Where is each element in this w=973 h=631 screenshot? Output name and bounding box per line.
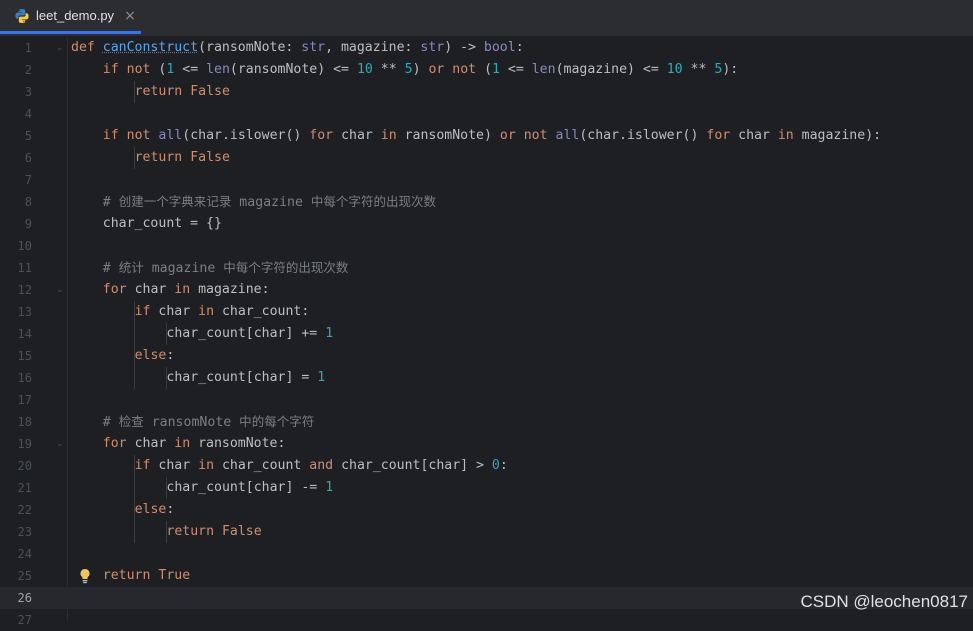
- line-number: 2: [24, 63, 32, 77]
- indent-guide: [165, 323, 167, 345]
- code-line[interactable]: 3 return False: [0, 81, 973, 103]
- code-text: else:: [134, 348, 175, 363]
- code-text: # 创建一个字典来记录 magazine 中每个字符的出现次数: [102, 194, 437, 210]
- line-number: 20: [17, 459, 32, 473]
- line-number: 18: [17, 415, 32, 429]
- code-text: for char in ransomNote:: [102, 436, 286, 451]
- code-line[interactable]: 6 return False: [0, 147, 973, 169]
- line-number: 1: [24, 41, 32, 55]
- code-line[interactable]: 23 return False: [0, 521, 973, 543]
- code-line[interactable]: 17: [0, 389, 973, 411]
- line-number: 13: [17, 305, 32, 319]
- indent-guide: [133, 455, 135, 543]
- code-text: char_count = {}: [102, 216, 222, 231]
- code-text: return False: [134, 84, 230, 99]
- python-file-icon: [15, 8, 29, 23]
- code-text: char_count[char] -= 1: [166, 480, 334, 495]
- code-text: for char in magazine:: [102, 282, 270, 297]
- line-number: 3: [24, 85, 32, 99]
- line-number: 24: [17, 547, 32, 561]
- line-number: 25: [17, 569, 32, 583]
- code-line[interactable]: 16 char_count[char] = 1: [0, 367, 973, 389]
- code-line[interactable]: 5 if not all(char.islower() for char in r…: [0, 125, 973, 147]
- code-text: # 统计 magazine 中每个字符的出现次数: [102, 260, 349, 276]
- indent-guide: [165, 477, 167, 499]
- code-text: return False: [166, 524, 262, 539]
- code-text: if char in char_count:: [134, 304, 310, 319]
- line-number: 11: [17, 261, 32, 275]
- line-number: 4: [24, 107, 32, 121]
- line-number: 10: [17, 239, 32, 253]
- line-number: 17: [17, 393, 32, 407]
- code-line[interactable]: 18 # 检查 ransomNote 中的每个字符: [0, 411, 973, 433]
- code-line[interactable]: 2 if not (1 <= len(ransomNote) <= 10 ** 5…: [0, 59, 973, 81]
- line-number: 15: [17, 349, 32, 363]
- code-line[interactable]: 8 # 创建一个字典来记录 magazine 中每个字符的出现次数: [0, 191, 973, 213]
- code-line[interactable]: 21 char_count[char] -= 1: [0, 477, 973, 499]
- code-line[interactable]: 10: [0, 235, 973, 257]
- line-number: 7: [24, 173, 32, 187]
- code-text: else:: [134, 502, 175, 517]
- watermark: CSDN @leochen0817: [800, 592, 968, 611]
- line-number: 27: [17, 613, 32, 627]
- editor-tab-bar: leet_demo.py ×: [0, 0, 973, 37]
- code-text: return True: [102, 568, 191, 583]
- indent-guide: [133, 301, 135, 389]
- line-number: 16: [17, 371, 32, 385]
- indent-guide: [165, 367, 167, 389]
- line-number: 8: [24, 195, 32, 209]
- line-number: 19: [17, 437, 32, 451]
- code-text: char_count[char] = 1: [166, 370, 326, 385]
- line-number: 6: [24, 151, 32, 165]
- code-line[interactable]: 12 ⌄ for char in magazine:: [0, 279, 973, 301]
- code-editor[interactable]: 1 ⌄ def canConstruct(ransomNote: str, maga…: [0, 37, 973, 627]
- fold-icon[interactable]: ⌄: [56, 440, 64, 449]
- code-line[interactable]: 14 char_count[char] += 1: [0, 323, 973, 345]
- code-line[interactable]: 24: [0, 543, 973, 565]
- indent-guide: [133, 147, 135, 169]
- close-icon[interactable]: ×: [124, 8, 136, 24]
- tab-leet-demo[interactable]: leet_demo.py ×: [0, 0, 141, 34]
- indent-guide: [165, 521, 167, 543]
- code-line[interactable]: 11 # 统计 magazine 中每个字符的出现次数: [0, 257, 973, 279]
- code-line[interactable]: 15 else:: [0, 345, 973, 367]
- code-line[interactable]: 4: [0, 103, 973, 125]
- line-number: 26: [17, 591, 32, 605]
- code-text: if char in char_count and char_count[cha…: [134, 458, 508, 473]
- code-line[interactable]: 19 ⌄ for char in ransomNote:: [0, 433, 973, 455]
- code-line[interactable]: 7: [0, 169, 973, 191]
- code-text: if not (1 <= len(ransomNote) <= 10 ** 5)…: [102, 62, 739, 77]
- code-text: return False: [134, 150, 230, 165]
- fold-icon[interactable]: ⌄: [56, 286, 64, 295]
- code-line[interactable]: 25 return True: [0, 565, 973, 587]
- line-number: 5: [24, 129, 32, 143]
- code-text: char_count[char] += 1: [166, 326, 334, 341]
- code-text: # 检查 ransomNote 中的每个字符: [102, 414, 315, 430]
- fold-icon[interactable]: ⌄: [56, 44, 64, 53]
- line-number: 23: [17, 525, 32, 539]
- code-line[interactable]: 1 ⌄ def canConstruct(ransomNote: str, maga…: [0, 37, 973, 59]
- code-line[interactable]: 22 else:: [0, 499, 973, 521]
- lightbulb-icon[interactable]: [78, 568, 92, 584]
- code-text: if not all(char.islower() for char in ra…: [102, 128, 882, 143]
- code-line[interactable]: 13 if char in char_count:: [0, 301, 973, 323]
- line-number: 14: [17, 327, 32, 341]
- line-number: 21: [17, 481, 32, 495]
- code-text: def canConstruct(ransomNote: str, magazi…: [71, 40, 524, 55]
- tab-label: leet_demo.py: [36, 8, 115, 23]
- code-line[interactable]: 20 if char in char_count and char_count[c…: [0, 455, 973, 477]
- indent-guide: [133, 81, 135, 103]
- line-number: 22: [17, 503, 32, 517]
- code-line[interactable]: 27: [0, 609, 973, 631]
- line-number: 12: [17, 283, 32, 297]
- code-line[interactable]: 9 char_count = {}: [0, 213, 973, 235]
- line-number: 9: [24, 217, 32, 231]
